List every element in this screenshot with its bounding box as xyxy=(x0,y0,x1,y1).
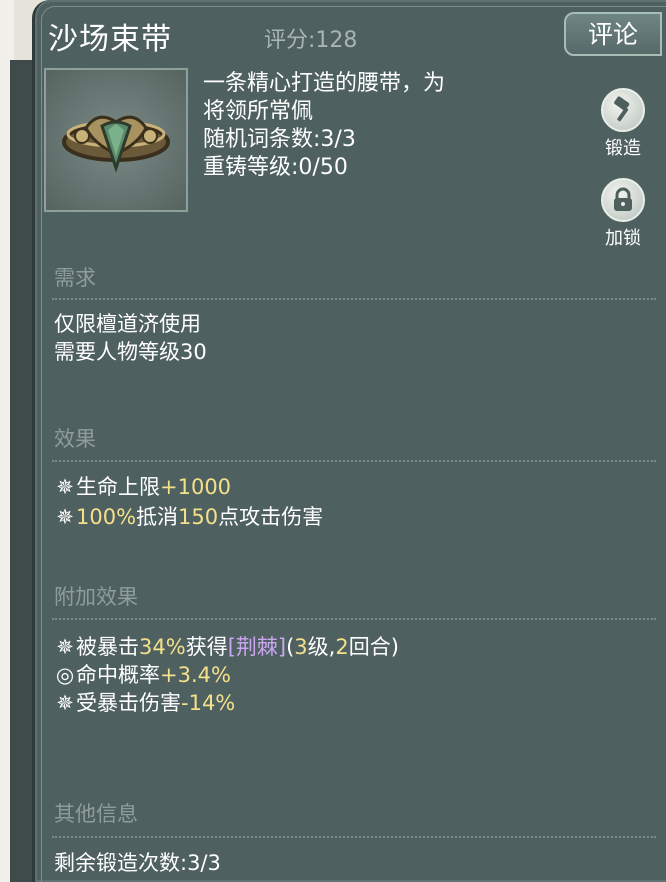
effect-text: 抵消 xyxy=(136,505,179,529)
effect-value: +3.4% xyxy=(160,663,231,687)
random-entries-count: 随机词条数:3/3 xyxy=(203,127,356,152)
target-icon: ◎ xyxy=(55,663,75,687)
effect-percent: 100% xyxy=(76,505,137,529)
effect-text: 级, xyxy=(307,635,336,659)
effect-text: 生命上限 xyxy=(76,475,160,499)
star-bullet-icon: ✵ xyxy=(56,691,74,715)
item-icon-frame xyxy=(44,68,188,212)
section-divider xyxy=(52,836,656,838)
requirement-line: 需要人物等级30 xyxy=(54,340,207,364)
requirements-heading: 需求 xyxy=(54,266,96,290)
section-divider xyxy=(52,618,656,620)
effect-text: 回合) xyxy=(348,635,399,659)
effect-line-absorb: ✵ 100%抵消150点攻击伤害 xyxy=(54,504,323,530)
description-line: 一条精心打造的腰带，为 xyxy=(203,71,446,96)
comment-button[interactable]: 评论 xyxy=(564,12,662,56)
effect-percent: 34% xyxy=(139,635,186,659)
requirement-line: 仅限檀道济使用 xyxy=(54,312,201,336)
star-bullet-icon: ✵ xyxy=(56,505,74,529)
lock-label: 加锁 xyxy=(605,228,641,249)
effect-text: 点攻击伤害 xyxy=(218,505,324,529)
extra-effect-thorns: ✵ 被暴击34%获得[荆棘](3级,2回合) xyxy=(54,634,399,660)
extra-effect-accuracy: ◎命中概率+3.4% xyxy=(54,662,231,688)
effect-rounds: 2 xyxy=(335,635,349,659)
description-line: 将领所常佩 xyxy=(203,99,314,124)
recast-level: 重铸等级:0/50 xyxy=(203,155,348,180)
effect-value: 150 xyxy=(178,505,219,529)
lock-icon xyxy=(614,187,632,211)
effect-line-hp: ✵ 生命上限+1000 xyxy=(54,474,231,500)
star-bullet-icon: ✵ xyxy=(56,475,74,499)
effect-value: +1000 xyxy=(160,475,232,499)
star-bullet-icon: ✵ xyxy=(56,635,74,659)
forge-remaining: 剩余锻造次数:3/3 xyxy=(54,851,221,875)
lock-button[interactable]: 加锁 xyxy=(593,178,653,250)
other-info-heading: 其他信息 xyxy=(54,802,138,826)
item-score: 评分:128 xyxy=(264,28,358,53)
effect-text: 获得 xyxy=(185,635,228,659)
effect-text: 被暴击 xyxy=(76,635,139,659)
belt-icon xyxy=(62,115,170,173)
item-description: 一条精心打造的腰带，为 将领所常佩 随机词条数:3/3 重铸等级:0/50 xyxy=(203,70,563,182)
extra-effects-heading: 附加效果 xyxy=(54,585,138,609)
effect-text: 受暴击伤害 xyxy=(76,691,181,715)
forge-button[interactable]: 锻造 xyxy=(593,88,653,160)
effect-value: -14% xyxy=(181,691,236,715)
section-divider xyxy=(52,298,656,300)
section-divider xyxy=(52,460,656,462)
forge-label: 锻造 xyxy=(605,138,641,159)
effects-heading: 效果 xyxy=(54,427,96,451)
effect-text: 命中概率 xyxy=(76,663,160,687)
extra-effect-crit-damage: ✵ 受暴击伤害-14% xyxy=(54,690,235,716)
thorns-tag[interactable]: [荆棘] xyxy=(228,635,286,659)
item-name: 沙场束带 xyxy=(48,22,172,57)
hammer-icon xyxy=(614,96,630,122)
effect-level: 3 xyxy=(294,635,308,659)
